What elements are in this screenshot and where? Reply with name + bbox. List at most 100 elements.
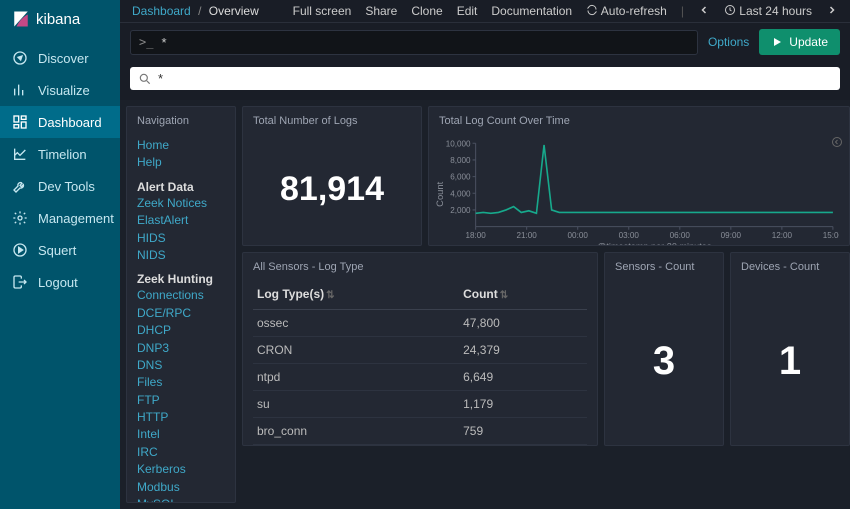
panel-devices-count: Devices - Count 1 [730,252,850,446]
nav-link[interactable]: DNP3 [137,340,225,357]
sidebar-item-visualize[interactable]: Visualize [0,74,120,106]
nav-link[interactable]: DNS [137,357,225,374]
autorefresh-toggle[interactable]: Auto-refresh [586,4,667,18]
sidebar-item-label: Squert [38,243,76,258]
sidebar-item-label: Timelion [38,147,87,162]
timerange-picker[interactable]: Last 24 hours [724,4,812,18]
play-icon [771,36,783,48]
bar-chart-icon [12,82,28,98]
nav-section-header: Alert Data [137,180,225,194]
sidebar-item-label: Management [38,211,114,226]
col-header-count[interactable]: Count⇅ [459,279,587,310]
svg-text:4,000: 4,000 [450,189,471,198]
logout-icon [12,274,28,290]
nav-link[interactable]: Files [137,374,225,391]
sidebar-item-dashboard[interactable]: Dashboard [0,106,120,138]
timerange-next[interactable] [826,4,838,18]
nav-link[interactable]: Home [137,137,225,154]
sensors-count-value: 3 [605,279,723,445]
nav-link[interactable]: Help [137,154,225,171]
timelion-icon [12,146,28,162]
sidebar-item-timelion[interactable]: Timelion [0,138,120,170]
chart-collapse-button[interactable] [831,135,843,150]
clock-icon [724,4,736,16]
nav-link[interactable]: FTP [137,392,225,409]
cell-count: 47,800 [459,310,587,337]
kibana-logo-icon [12,10,30,28]
svg-text:03:00: 03:00 [619,231,640,240]
sidebar-item-discover[interactable]: Discover [0,42,120,74]
table-row[interactable]: bro_conn759 [253,418,587,445]
panel-title: Sensors - Count [605,253,723,279]
gear-icon [12,210,28,226]
svg-text:10,000: 10,000 [446,139,471,148]
panel-title: Navigation [127,107,235,133]
sort-icon: ⇅ [500,290,508,301]
clone-link[interactable]: Clone [411,4,442,18]
search-icon [138,72,152,86]
svg-text:09:00: 09:00 [721,231,742,240]
sidebar-item-squert[interactable]: Squert [0,234,120,266]
brand-text: kibana [36,11,80,28]
edit-link[interactable]: Edit [457,4,478,18]
nav-link[interactable]: IRC [137,444,225,461]
breadcrumb-root-link[interactable]: Dashboard [132,4,191,18]
filter-search-input[interactable]: * [130,67,840,90]
cell-count: 24,379 [459,337,587,364]
app-sidebar: kibana Discover Visualize Dashboard Time… [0,0,120,509]
refresh-icon [586,4,598,16]
svg-text:00:00: 00:00 [568,231,589,240]
cell-count: 759 [459,418,587,445]
col-header-type[interactable]: Log Type(s)⇅ [253,279,459,310]
svg-text:18:00: 18:00 [465,231,486,240]
nav-link[interactable]: Zeek Notices [137,195,225,212]
fullscreen-link[interactable]: Full screen [293,4,352,18]
svg-text:8,000: 8,000 [450,156,471,165]
panel-title: All Sensors - Log Type [243,253,597,279]
panel-navigation: Navigation HomeHelp Alert DataZeek Notice… [126,106,236,503]
nav-link[interactable]: HIDS [137,230,225,247]
table-row[interactable]: ossec47,800 [253,310,587,337]
filter-bar: * [120,61,850,100]
lucene-query-input[interactable]: * [130,30,698,55]
sidebar-item-logout[interactable]: Logout [0,266,120,298]
nav-link[interactable]: Connections [137,287,225,304]
share-link[interactable]: Share [365,4,397,18]
documentation-link[interactable]: Documentation [491,4,572,18]
total-logs-value: 81,914 [243,133,421,245]
table-row[interactable]: su1,179 [253,391,587,418]
sidebar-item-devtools[interactable]: Dev Tools [0,170,120,202]
nav-link[interactable]: Modbus [137,479,225,496]
navigation-links-body: HomeHelp Alert DataZeek NoticesElastAlert… [127,133,235,502]
query-bar: * Options Update [120,23,850,61]
nav-link[interactable]: Kerberos [137,461,225,478]
cell-log-type: su [253,391,459,418]
dashboard-icon [12,114,28,130]
sidebar-nav: Discover Visualize Dashboard Timelion De… [0,42,120,298]
svg-text:21:00: 21:00 [517,231,538,240]
query-options-link[interactable]: Options [708,35,749,49]
nav-section-header: Zeek Hunting [137,272,225,286]
nav-link[interactable]: DCE/RPC [137,305,225,322]
sidebar-item-management[interactable]: Management [0,202,120,234]
chevron-left-icon [698,4,710,16]
svg-text:06:00: 06:00 [670,231,691,240]
sort-icon: ⇅ [326,290,334,301]
sidebar-item-label: Logout [38,275,78,290]
sidebar-item-label: Visualize [38,83,90,98]
update-button[interactable]: Update [759,29,840,55]
table-row[interactable]: ntpd6,649 [253,364,587,391]
nav-link[interactable]: ElastAlert [137,212,225,229]
nav-link[interactable]: Intel [137,426,225,443]
panel-title: Devices - Count [731,253,849,279]
nav-link[interactable]: NIDS [137,247,225,264]
nav-link[interactable]: DHCP [137,322,225,339]
table-row[interactable]: CRON24,379 [253,337,587,364]
panel-sensors-count: Sensors - Count 3 [604,252,724,446]
nav-link[interactable]: MySQL [137,496,225,502]
sidebar-item-label: Dashboard [38,115,102,130]
log-count-chart[interactable]: 2,0004,0006,0008,00010,00018:0021:0000:0… [433,137,839,246]
timerange-prev[interactable] [698,4,710,18]
nav-link[interactable]: HTTP [137,409,225,426]
panel-total-logs: Total Number of Logs 81,914 [242,106,422,246]
